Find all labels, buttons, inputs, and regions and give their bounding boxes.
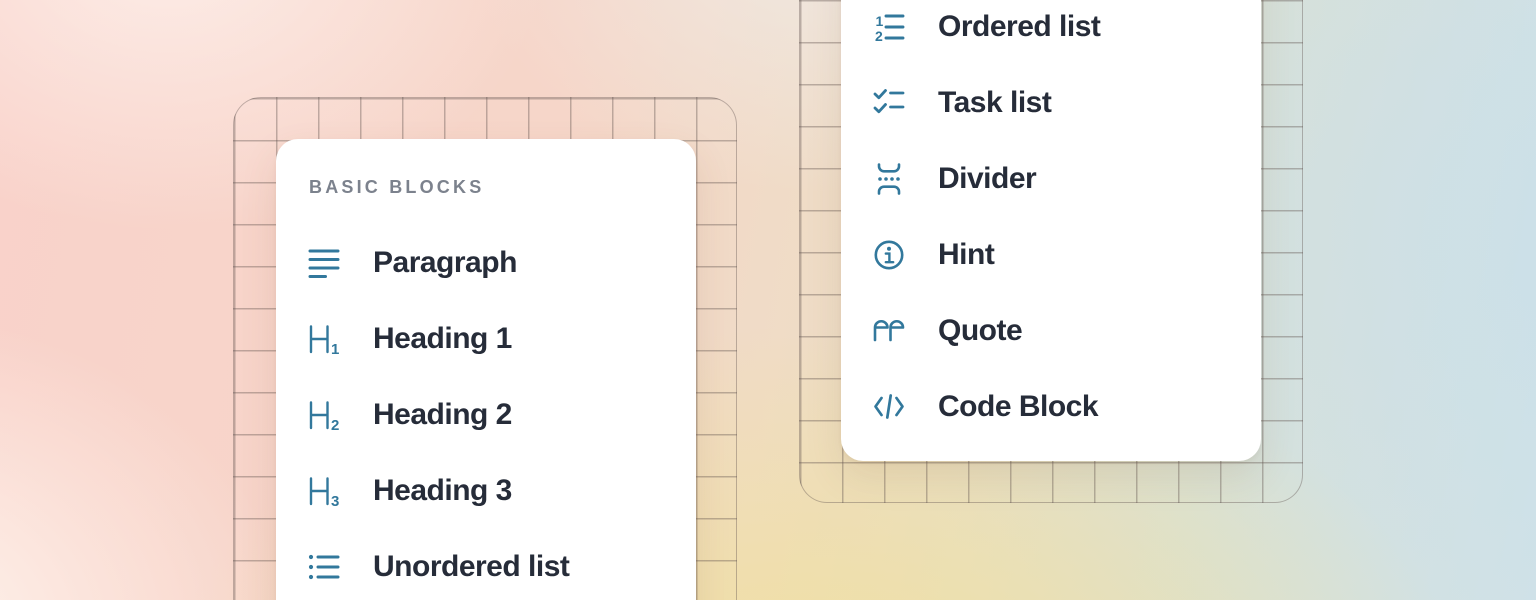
menu-item-label: Hint (938, 238, 994, 272)
blocks-panel-continued: 12 Ordered list Task list Divider Hint Quote C… (841, 0, 1261, 461)
paragraph-icon (307, 246, 341, 280)
heading-2-icon: 2 (307, 398, 341, 432)
menu-item-label: Quote (938, 314, 1022, 348)
menu-item-label: Heading 3 (373, 474, 512, 508)
menu-item-hint[interactable]: Hint (841, 217, 1261, 293)
code-block-icon (872, 390, 906, 424)
menu-item-label: Divider (938, 162, 1036, 196)
menu-item-label: Task list (938, 86, 1051, 120)
menu-item-task-list[interactable]: Task list (841, 65, 1261, 141)
menu-item-label: Ordered list (938, 10, 1100, 44)
menu-item-label: Unordered list (373, 550, 569, 584)
menu-item-unordered-list[interactable]: Unordered list (276, 529, 696, 600)
menu-item-label: Heading 2 (373, 398, 512, 432)
menu-item-quote[interactable]: Quote (841, 293, 1261, 369)
quote-icon (872, 314, 906, 348)
svg-text:2: 2 (875, 28, 883, 44)
hint-icon (872, 238, 906, 272)
svg-text:1: 1 (331, 341, 339, 358)
heading-1-icon: 1 (307, 322, 341, 356)
basic-blocks-panel: BASIC BLOCKS Paragraph 1 Heading 1 2 Heading… (276, 139, 696, 600)
menu-item-paragraph[interactable]: Paragraph (276, 225, 696, 301)
background-gradient: BASIC BLOCKS Paragraph 1 Heading 1 2 Heading… (0, 0, 1536, 600)
unordered-list-icon (307, 550, 341, 584)
menu-item-heading-2[interactable]: 2 Heading 2 (276, 377, 696, 453)
menu-item-label: Heading 1 (373, 322, 512, 356)
divider-icon (872, 162, 906, 196)
menu-item-ordered-list[interactable]: 12 Ordered list (841, 0, 1261, 65)
svg-text:1: 1 (876, 13, 884, 29)
menu-item-heading-1[interactable]: 1 Heading 1 (276, 301, 696, 377)
svg-text:2: 2 (331, 417, 339, 434)
menu-item-heading-3[interactable]: 3 Heading 3 (276, 453, 696, 529)
menu-item-label: Code Block (938, 390, 1098, 424)
menu-item-code-block[interactable]: Code Block (841, 369, 1261, 445)
heading-3-icon: 3 (307, 474, 341, 508)
task-list-icon (872, 86, 906, 120)
section-label-basic-blocks: BASIC BLOCKS (309, 177, 484, 198)
svg-text:3: 3 (331, 493, 339, 510)
ordered-list-icon: 12 (872, 10, 906, 44)
menu-item-divider[interactable]: Divider (841, 141, 1261, 217)
menu-item-label: Paragraph (373, 246, 517, 280)
